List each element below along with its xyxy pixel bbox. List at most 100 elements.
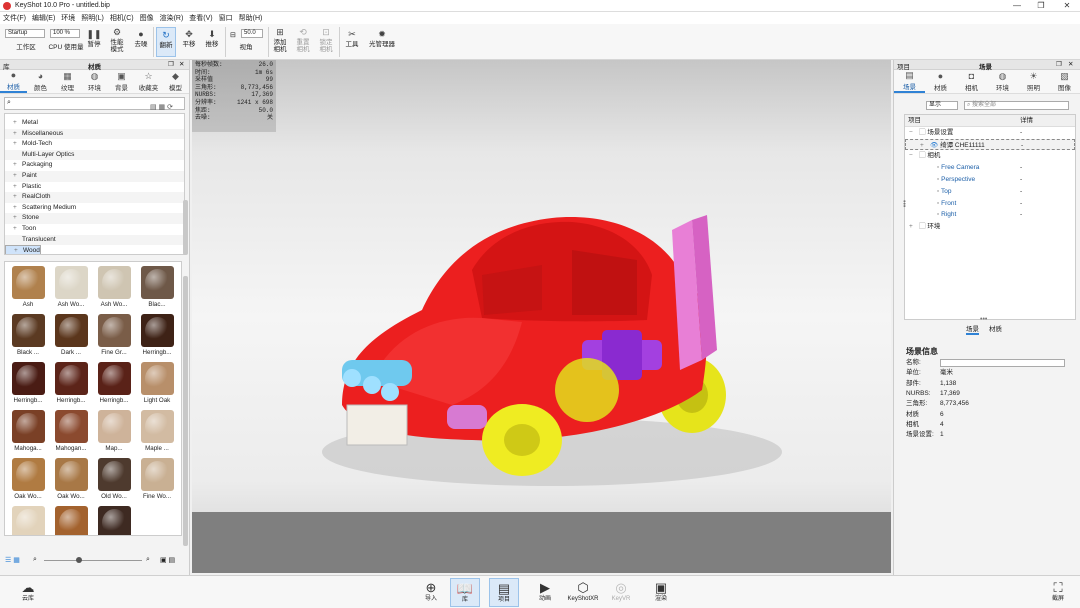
scene-tree-row[interactable]: ▫ Top - [905, 186, 1075, 198]
add-camera-button[interactable]: ⊞ 添加 相机 [270, 27, 290, 53]
tree-item[interactable]: + RealCloth [5, 192, 184, 203]
tab-camera[interactable]: ◘ 相机 [956, 70, 987, 93]
zoom-out-icon[interactable]: ⌕ [33, 556, 37, 564]
cpu-usage-select[interactable]: 100 % [50, 29, 80, 38]
material-thumbnail[interactable]: Herringb... [137, 312, 177, 359]
tab-material-bottom[interactable]: 材质 [989, 323, 1002, 333]
tree-item[interactable]: + Stone [5, 213, 184, 224]
performance-mode-button[interactable]: ⚙ 性能 模式 [106, 27, 128, 53]
material-thumbnail[interactable]: Herringb... [94, 360, 134, 407]
tree-item[interactable]: Translucent [5, 234, 184, 246]
side-splitter-icon[interactable]: ••• [900, 200, 907, 207]
undock-icon[interactable]: ❐ [1056, 60, 1062, 68]
import-button[interactable]: ⊕ 导入 [416, 578, 446, 607]
screenshot-button[interactable]: ⛶ 截屏 [1044, 578, 1072, 607]
dolly-button[interactable]: ⬇ 推移 [203, 29, 221, 48]
keyvr-button[interactable]: ◎ KeyVR [606, 578, 636, 607]
material-thumbnail[interactable] [8, 504, 48, 535]
tab-texture[interactable]: ▦ 纹理 [54, 70, 81, 93]
folder-icons[interactable]: ▤ ▦ ⟳ [150, 103, 173, 111]
scene-tree-row[interactable]: ▫ Free Camera - [905, 162, 1075, 174]
material-thumbnail[interactable]: Herringb... [51, 360, 91, 407]
render-viewport[interactable] [192, 60, 891, 573]
tab-environment[interactable]: ◍ 环境 [987, 70, 1018, 93]
material-thumbnail[interactable]: Blac... [137, 264, 177, 311]
tab-scene-bottom[interactable]: 场景 [966, 323, 979, 335]
tree-item[interactable]: + Toon [5, 224, 184, 235]
close-panel-icon[interactable]: ✕ [179, 60, 184, 68]
menu-edit[interactable]: 编辑(E) [32, 13, 55, 23]
library-button[interactable]: 📖 库 [450, 578, 480, 607]
scene-tree-row[interactable]: − ▢ 场景设置 - [905, 127, 1075, 139]
menu-view[interactable]: 查看(V) [189, 13, 212, 23]
menu-camera[interactable]: 相机(C) [110, 13, 134, 23]
name-input[interactable] [940, 359, 1065, 367]
material-thumbnail[interactable]: Fine Gr... [94, 312, 134, 359]
cloud-library-button[interactable]: ☁ 云库 [14, 578, 42, 607]
tree-item[interactable]: + Wood [5, 245, 41, 254]
material-thumbnail[interactable]: Mahogan... [51, 408, 91, 455]
minimize-button[interactable]: — [1006, 0, 1028, 12]
menu-lighting[interactable]: 照明(L) [81, 13, 104, 23]
close-panel-icon[interactable]: ✕ [1068, 60, 1073, 68]
tab-favorites[interactable]: ☆ 收藏夹 [135, 70, 162, 93]
material-thumbnail[interactable] [94, 504, 134, 535]
tree-item[interactable]: + Mold-Tech [5, 139, 184, 150]
tools-button[interactable]: ✂ 工具 [343, 29, 361, 48]
render-button[interactable]: ▣ 渲染 [646, 578, 676, 607]
material-thumbnail[interactable] [51, 504, 91, 535]
pause-button[interactable]: ❚❚ 暂停 [86, 29, 102, 48]
scene-search-input[interactable]: ⌕ 搜索全部 [964, 101, 1069, 110]
scene-tree-row[interactable]: + 👁 绮谭 CHE11111- [905, 138, 1075, 151]
tab-background[interactable]: ▣ 背景 [108, 70, 135, 93]
tree-item[interactable]: + Miscellaneous [5, 128, 184, 140]
library-options-icon[interactable]: ▣ ▤ [160, 556, 175, 564]
project-button[interactable]: ▤ 项目 [489, 578, 519, 607]
refresh-button[interactable]: ↻ 翻新 [156, 27, 176, 57]
denoise-button[interactable]: ● 去噪 [132, 29, 150, 48]
material-thumbnail[interactable]: Maple ... [137, 408, 177, 455]
material-thumbnail[interactable]: Oak Wo... [51, 456, 91, 503]
menu-image[interactable]: 图像 [140, 13, 154, 23]
material-thumbnail[interactable]: Ash Wo... [94, 264, 134, 311]
grid-scrollbar[interactable] [183, 276, 188, 546]
tab-lighting[interactable]: ☀ 照明 [1018, 70, 1049, 93]
tree-item[interactable]: + Packaging [5, 160, 184, 171]
maximize-button[interactable]: ❐ [1030, 0, 1052, 12]
list-view-icon[interactable]: ☰ ▦ [5, 556, 20, 564]
tree-item[interactable]: + Metal [5, 118, 184, 129]
tab-model[interactable]: ◆ 模型 [162, 70, 189, 93]
material-thumbnail[interactable]: Mahoga... [8, 408, 48, 455]
material-thumbnail[interactable]: Ash [8, 264, 48, 311]
material-thumbnail[interactable]: Old Wo... [94, 456, 134, 503]
tab-image[interactable]: ▧ 图像 [1049, 70, 1080, 93]
menu-file[interactable]: 文件(F) [3, 13, 26, 23]
material-thumbnail[interactable]: Oak Wo... [8, 456, 48, 503]
menu-render[interactable]: 渲染(R) [160, 13, 184, 23]
pan-button[interactable]: ✥ 平移 [180, 29, 198, 48]
tree-scrollbar[interactable] [183, 200, 188, 255]
close-button[interactable]: ✕ [1056, 0, 1078, 12]
animation-button[interactable]: ▶ 动画 [530, 578, 560, 607]
material-thumbnail[interactable]: Herringb... [8, 360, 48, 407]
light-manager-button[interactable]: ✹ 光管理器 [366, 29, 398, 48]
tree-item[interactable]: + Plastic [5, 182, 184, 193]
material-thumbnail[interactable]: Dark ... [51, 312, 91, 359]
menu-window[interactable]: 窗口 [219, 13, 233, 23]
tab-scene[interactable]: ▤ 场景 [894, 70, 925, 93]
material-thumbnail[interactable]: Ash Wo... [51, 264, 91, 311]
scene-tree-row[interactable]: ▫ Right - [905, 209, 1075, 221]
material-thumbnail[interactable]: Light Oak [137, 360, 177, 407]
undock-icon[interactable]: ❐ [168, 60, 174, 68]
filter-select[interactable]: 显示 [926, 101, 958, 110]
keyshotxr-button[interactable]: ⬡ KeyShotXR [566, 578, 600, 607]
tab-material[interactable]: ● 材质 [925, 70, 956, 93]
tab-color[interactable]: ◕ 颜色 [27, 70, 54, 93]
workspace-select[interactable]: Startup [5, 29, 45, 38]
splitter-handle-icon[interactable]: ••• [980, 316, 987, 323]
tree-item[interactable]: Multi-Layer Optics [5, 149, 184, 161]
material-thumbnail[interactable]: Black ... [8, 312, 48, 359]
thumbnail-size-slider[interactable] [44, 560, 142, 561]
material-thumbnail[interactable]: Map... [94, 408, 134, 455]
scene-tree-row[interactable]: + ▢ 环境 [905, 221, 1075, 233]
